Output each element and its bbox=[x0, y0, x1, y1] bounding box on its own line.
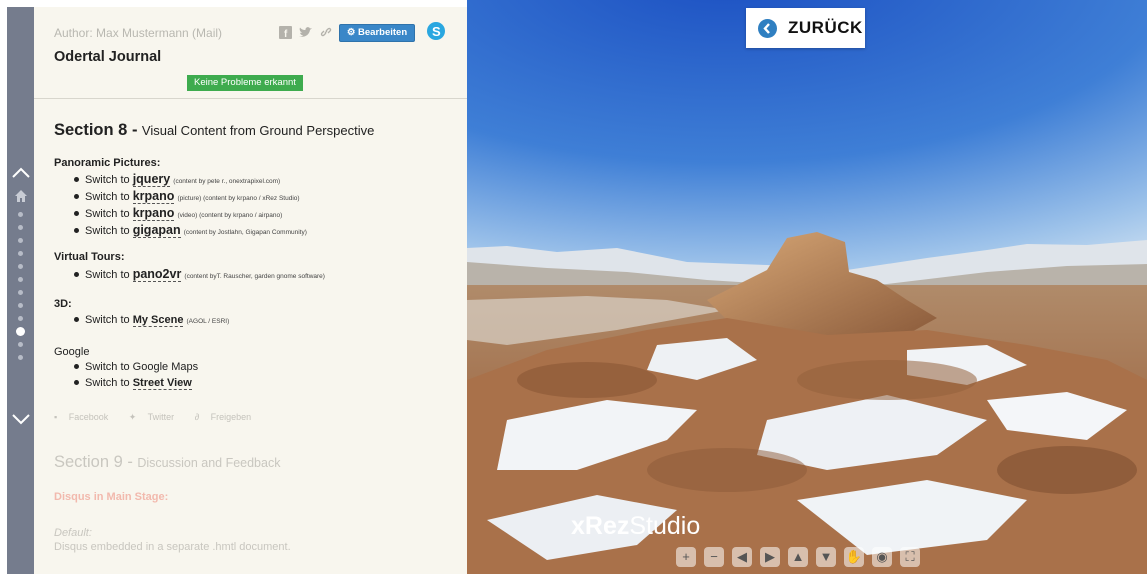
edit-button[interactable]: ⚙ Bearbeiten bbox=[339, 24, 415, 42]
back-button[interactable]: ZURÜCK bbox=[746, 8, 865, 48]
default-label: Default: bbox=[54, 527, 92, 539]
section-nav-dot[interactable] bbox=[18, 290, 23, 295]
group-3d: 3D: bbox=[54, 298, 72, 310]
section-nav-dot[interactable] bbox=[18, 225, 23, 230]
section-8-heading: Section 8 - Visual Content from Ground P… bbox=[54, 121, 374, 140]
pan-up-icon[interactable]: ▲ bbox=[788, 547, 808, 567]
switch-link-gigapan[interactable]: gigapan bbox=[132, 223, 181, 238]
section-nav-dot[interactable] bbox=[18, 238, 23, 243]
section-nav-dot[interactable] bbox=[18, 342, 23, 347]
list-item: Switch to Street View bbox=[72, 377, 192, 390]
section-number: Section 8 - bbox=[54, 121, 138, 139]
pan-down-icon[interactable]: ▼ bbox=[816, 547, 836, 567]
twitter-icon: ✦ bbox=[128, 412, 137, 422]
group-panoramic: Panoramic Pictures: bbox=[54, 157, 161, 169]
generic-share-link[interactable]: ∂ Freigeben bbox=[195, 412, 261, 422]
facebook-icon: ▪ bbox=[54, 412, 58, 422]
section-subtitle: Visual Content from Ground Perspective bbox=[141, 123, 375, 138]
journal-title: Odertal Journal bbox=[54, 49, 162, 65]
section-nav-dot[interactable] bbox=[18, 355, 23, 360]
twitter-icon[interactable] bbox=[298, 26, 313, 39]
section-nav-dot[interactable] bbox=[18, 316, 23, 321]
section-nav-dot[interactable] bbox=[18, 212, 23, 217]
switch-link-jquery[interactable]: jquery bbox=[132, 172, 171, 187]
section-nav-dot[interactable] bbox=[18, 264, 23, 269]
panorama-viewer[interactable] bbox=[467, 0, 1147, 574]
facebook-icon[interactable]: f bbox=[279, 26, 292, 39]
twitter-share-link[interactable]: ✦ Twitter bbox=[129, 412, 183, 422]
social-share-row: ▪ Facebook ✦ Twitter ∂ Freigeben bbox=[54, 412, 269, 423]
journal-header: Author: Max Mustermann (Mail) f ⚙ Bearbe… bbox=[34, 7, 467, 99]
group-google: Google bbox=[54, 346, 90, 358]
content-panel: Author: Max Mustermann (Mail) f ⚙ Bearbe… bbox=[34, 7, 467, 574]
pan-right-icon[interactable]: ▶ bbox=[760, 547, 780, 567]
list-item: Switch to jquery (content by pete r., on… bbox=[72, 172, 280, 187]
switch-link-krpano-video[interactable]: krpano bbox=[132, 206, 175, 221]
xrez-watermark: xRezStudio bbox=[571, 512, 701, 540]
chevron-up-icon[interactable] bbox=[11, 163, 31, 183]
facebook-share-link[interactable]: ▪ Facebook bbox=[54, 412, 117, 422]
switch-link-my-scene[interactable]: My Scene bbox=[132, 314, 184, 327]
list-item: Switch to pano2vr (content byT. Rauscher… bbox=[72, 267, 325, 282]
section-nav-dot[interactable] bbox=[18, 251, 23, 256]
hand-icon[interactable]: ✋ bbox=[844, 547, 864, 567]
pan-left-icon[interactable]: ◀ bbox=[732, 547, 752, 567]
back-button-label: ZURÜCK bbox=[788, 18, 863, 37]
zoom-out-icon[interactable]: − bbox=[704, 547, 724, 567]
section-number: Section 9 - bbox=[54, 453, 133, 471]
globe-icon[interactable]: ◉ bbox=[872, 547, 892, 567]
panorama-image[interactable] bbox=[467, 0, 1147, 574]
back-chevron-icon bbox=[758, 19, 777, 38]
section-9-heading: Section 9 - Discussion and Feedback bbox=[54, 453, 280, 472]
list-item[interactable]: Switch to Google Maps bbox=[72, 361, 198, 373]
list-item: Switch to gigapan (content by Jostlahn, … bbox=[72, 223, 307, 238]
svg-text:S: S bbox=[432, 24, 441, 39]
switch-link-pano2vr[interactable]: pano2vr bbox=[132, 267, 182, 282]
author-line[interactable]: Author: Max Mustermann (Mail) bbox=[54, 26, 222, 40]
link-icon: ∂ bbox=[194, 412, 200, 422]
section-nav-dot[interactable] bbox=[16, 327, 25, 336]
zoom-in-icon[interactable]: + bbox=[676, 547, 696, 567]
status-badge: Keine Probleme erkannt bbox=[187, 75, 303, 91]
switch-link-street-view[interactable]: Street View bbox=[132, 377, 192, 390]
gear-icon: ⚙ bbox=[346, 27, 356, 38]
switch-link-google-maps[interactable]: Switch to Google Maps bbox=[85, 361, 198, 373]
switch-link-krpano-picture[interactable]: krpano bbox=[132, 189, 175, 204]
home-icon[interactable] bbox=[15, 189, 27, 202]
app-frame: Author: Max Mustermann (Mail) f ⚙ Bearbe… bbox=[0, 0, 1147, 574]
section-subtitle: Discussion and Feedback bbox=[137, 456, 281, 470]
section-nav-rail bbox=[7, 7, 34, 574]
section-nav-dot[interactable] bbox=[18, 303, 23, 308]
section-nav-dot[interactable] bbox=[18, 277, 23, 282]
skype-icon[interactable]: S bbox=[426, 21, 446, 41]
fullscreen-icon[interactable]: ⛶ bbox=[900, 547, 920, 567]
list-item: Switch to krpano (picture) (content by k… bbox=[72, 189, 300, 204]
list-item: Switch to My Scene (AGOL / ESRI) bbox=[72, 314, 229, 327]
group-virtual-tours: Virtual Tours: bbox=[54, 251, 125, 263]
disqus-heading: Disqus in Main Stage: bbox=[54, 491, 169, 503]
chevron-down-icon[interactable] bbox=[11, 409, 31, 429]
default-description: Disqus embedded in a separate .hmtl docu… bbox=[54, 541, 291, 553]
edit-button-label: Bearbeiten bbox=[358, 27, 408, 38]
link-icon[interactable] bbox=[319, 25, 333, 39]
list-item: Switch to krpano (video) (content by krp… bbox=[72, 206, 282, 221]
